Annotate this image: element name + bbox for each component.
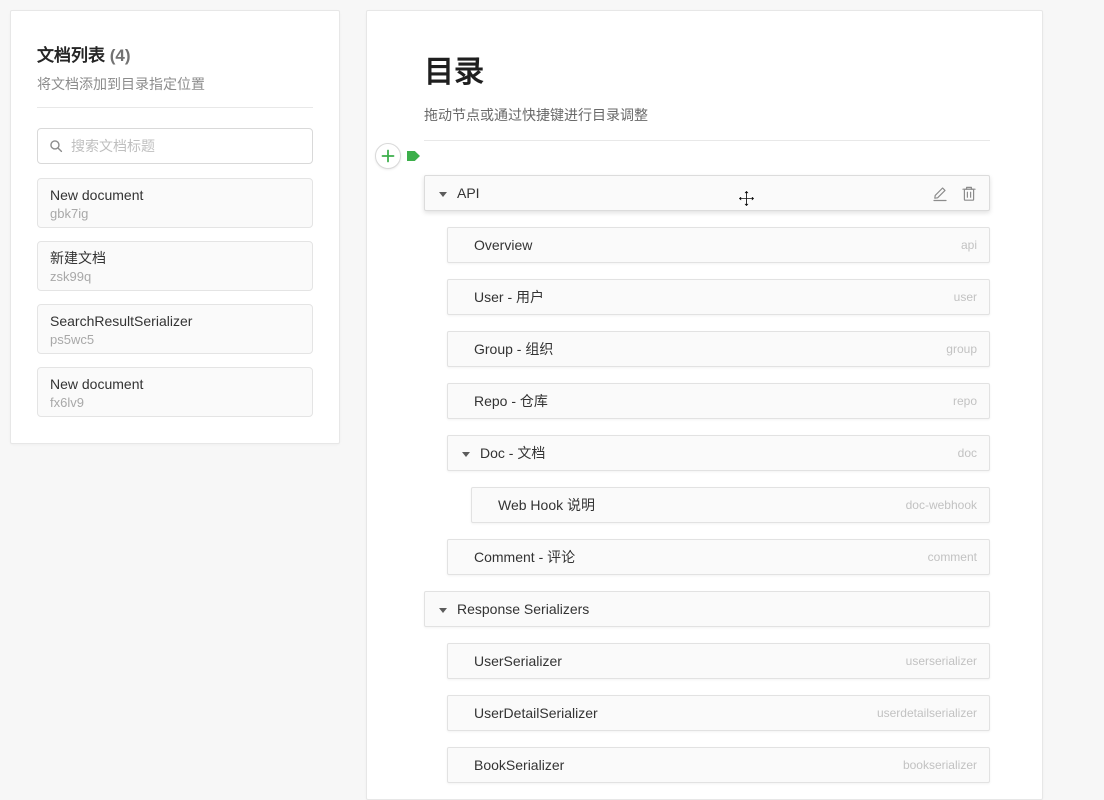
toc-toolbar <box>375 143 420 169</box>
toc-tree-row[interactable]: Response Serializers <box>424 591 990 627</box>
toc-node-slug: group <box>946 342 977 356</box>
toc-node-slug: userserializer <box>906 654 977 668</box>
search-input[interactable] <box>71 138 301 154</box>
trash-icon <box>961 185 977 202</box>
toc-tree-row[interactable]: Doc - 文档 doc <box>447 435 990 471</box>
toc-node-slug: user <box>954 290 977 304</box>
search-box <box>37 128 313 164</box>
delete-node-button[interactable] <box>961 185 977 202</box>
document-card-slug: gbk7ig <box>50 205 300 222</box>
toc-node-slug: doc <box>958 446 977 460</box>
document-card-list: New document gbk7ig 新建文档 zsk99q SearchRe… <box>37 178 313 417</box>
toc-node-slug: api <box>961 238 977 252</box>
document-card[interactable]: SearchResultSerializer ps5wc5 <box>37 304 313 354</box>
toc-node-title: Overview <box>474 237 532 253</box>
toc-tree-row[interactable]: Overview api <box>447 227 990 263</box>
toc-node-title: Repo - 仓库 <box>474 391 548 411</box>
toc-node-title: BookSerializer <box>474 757 564 773</box>
toc-tree-row[interactable]: API <box>424 175 990 211</box>
document-card[interactable]: New document gbk7ig <box>37 178 313 228</box>
document-card[interactable]: New document fx6lv9 <box>37 367 313 417</box>
document-card-title: SearchResultSerializer <box>50 311 300 331</box>
toc-node-title: UserSerializer <box>474 653 562 669</box>
caret-down-icon[interactable] <box>462 452 470 457</box>
toc-divider <box>424 140 990 141</box>
toc-tree-row[interactable]: Group - 组织 group <box>447 331 990 367</box>
edit-node-button[interactable] <box>932 185 948 202</box>
toc-tree-row[interactable]: UserDetailSerializer userdetailserialize… <box>447 695 990 731</box>
document-count: (4) <box>110 46 131 65</box>
toc-node-title: Web Hook 说明 <box>498 495 595 515</box>
document-card-slug: zsk99q <box>50 268 300 285</box>
toc-tree-row[interactable]: Web Hook 说明 doc-webhook <box>471 487 990 523</box>
toc-node-title: Doc - 文档 <box>480 443 545 463</box>
document-list-subtitle: 将文档添加到目录指定位置 <box>37 75 313 93</box>
document-list-title: 文档列表 (4) <box>37 45 313 67</box>
toc-node-title: API <box>457 185 480 201</box>
toc-tree: API Overview a <box>424 175 990 783</box>
toc-node-slug: repo <box>953 394 977 408</box>
toc-node-title: UserDetailSerializer <box>474 705 598 721</box>
toc-title: 目录 <box>424 55 990 91</box>
document-card[interactable]: 新建文档 zsk99q <box>37 241 313 291</box>
toc-subtitle: 拖动节点或通过快捷键进行目录调整 <box>424 107 990 124</box>
left-panel-divider <box>37 107 313 108</box>
document-card-slug: ps5wc5 <box>50 331 300 348</box>
toc-node-title: User - 用户 <box>474 287 544 307</box>
toc-tree-row[interactable]: Repo - 仓库 repo <box>447 383 990 419</box>
toc-node-slug: comment <box>928 550 977 564</box>
search-icon <box>49 139 63 153</box>
insert-position-marker-icon <box>407 151 420 161</box>
toc-node-title: Group - 组织 <box>474 339 553 359</box>
toc-node-title: Response Serializers <box>457 601 589 617</box>
document-list-panel: 文档列表 (4) 将文档添加到目录指定位置 New document gbk7i… <box>10 10 340 444</box>
toc-node-title: Comment - 评论 <box>474 547 575 567</box>
toc-panel: 目录 拖动节点或通过快捷键进行目录调整 API <box>366 10 1043 800</box>
document-card-title: New document <box>50 374 300 394</box>
toc-tree-row[interactable]: User - 用户 user <box>447 279 990 315</box>
toc-tree-row[interactable]: Comment - 评论 comment <box>447 539 990 575</box>
pencil-icon <box>932 185 948 202</box>
caret-down-icon[interactable] <box>439 192 447 197</box>
document-card-slug: fx6lv9 <box>50 394 300 411</box>
toc-tree-row[interactable]: UserSerializer userserializer <box>447 643 990 679</box>
row-actions <box>932 185 977 202</box>
toc-tree-row[interactable]: BookSerializer bookserializer <box>447 747 990 783</box>
caret-down-icon[interactable] <box>439 608 447 613</box>
document-card-title: New document <box>50 185 300 205</box>
add-node-button[interactable] <box>375 143 401 169</box>
plus-icon <box>381 149 395 163</box>
toc-node-slug: bookserializer <box>903 758 977 772</box>
toc-node-slug: doc-webhook <box>906 498 977 512</box>
document-card-title: 新建文档 <box>50 248 300 268</box>
toc-node-slug: userdetailserializer <box>877 706 977 720</box>
